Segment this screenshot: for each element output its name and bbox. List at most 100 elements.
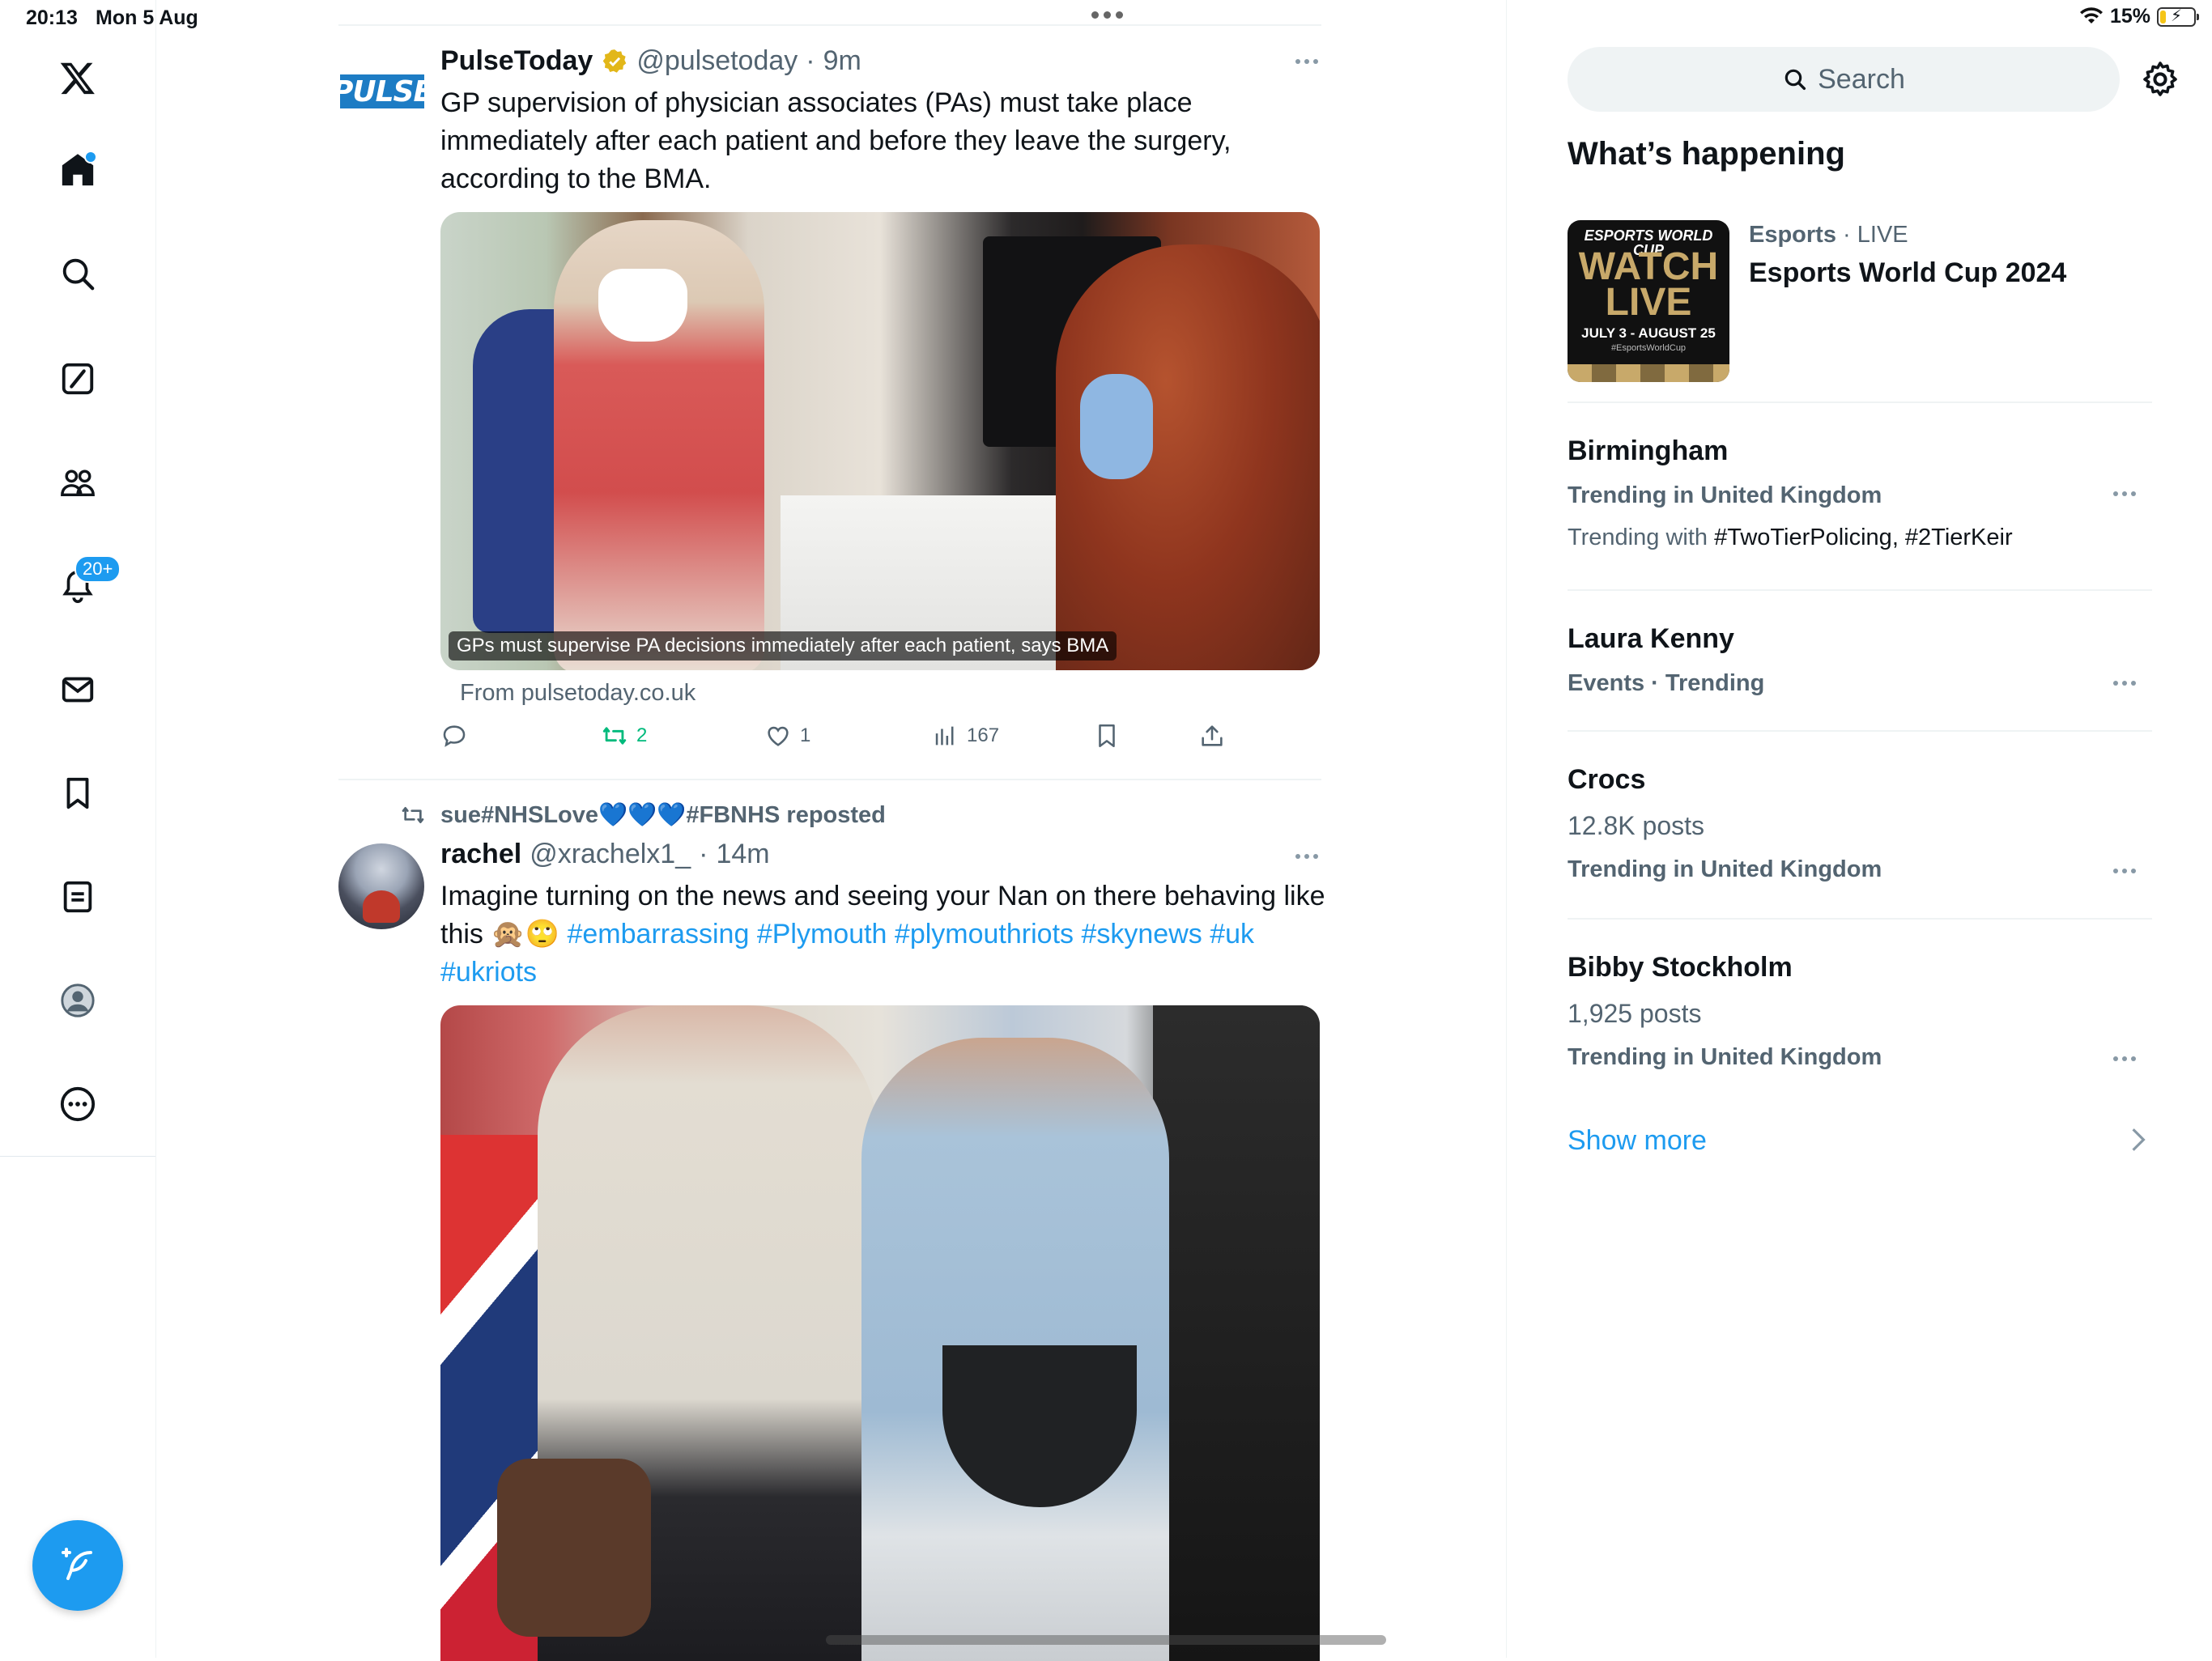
trend-title[interactable]: Crocs (1568, 764, 1645, 796)
retweet-count: 2 (636, 724, 648, 746)
tweet2-handle[interactable]: @xrachelx1_ (530, 839, 691, 870)
trend-more-icon[interactable] (2113, 675, 2146, 691)
status-right: 15% ⚡ (2079, 5, 2199, 28)
tweet2-text: Imagine turning on the news and seeing y… (440, 877, 1331, 992)
share-button[interactable] (1198, 722, 1226, 750)
repost-icon (402, 807, 424, 823)
wifi-icon (2079, 6, 2103, 23)
trend-meta: Events · Trending (1568, 670, 1765, 696)
tweet1-time-sep: · (806, 45, 815, 76)
hashtag-link[interactable]: #embarrassing (567, 919, 749, 949)
tweet2-more-icon[interactable] (1295, 848, 1328, 864)
pulse-avatar[interactable]: PULSE (332, 74, 433, 108)
repost-by-text: sue#NHSLove💙💙💙#FBNHS reposted (440, 802, 886, 828)
tweet-separator (338, 779, 1321, 780)
more-circle-icon[interactable] (57, 1083, 99, 1125)
hashtag-link[interactable]: #plymouthriots (895, 919, 1074, 949)
notifications-icon[interactable]: 20+ (57, 555, 121, 607)
home-indicator[interactable] (826, 1635, 1386, 1645)
hashtag-link[interactable]: #ukriots (440, 957, 537, 988)
sidebar-divider (1506, 0, 1507, 1658)
compose-button[interactable] (32, 1520, 123, 1611)
trend-more-icon[interactable] (2113, 863, 2146, 879)
trend-separator (1568, 589, 2152, 591)
show-more-link[interactable]: Show more (1568, 1125, 1707, 1157)
window-grabber[interactable] (1091, 11, 1132, 23)
lists-icon[interactable] (57, 876, 99, 918)
trend-title[interactable]: Laura Kenny (1568, 623, 1734, 655)
bookmarks-icon[interactable] (57, 772, 99, 814)
search-input[interactable]: Search (1568, 47, 2120, 112)
tweet2-header: rachel @xrachelx1_ · 14m (440, 839, 770, 870)
notifications-badge: 20+ (74, 555, 121, 583)
communities-icon[interactable] (57, 461, 99, 503)
views-count: 167 (967, 724, 1000, 746)
search-icon[interactable] (57, 253, 99, 295)
esports-category: Esports (1749, 222, 1836, 248)
tweet2-author-name[interactable]: rachel (440, 839, 521, 870)
trend-meta: Trending in United Kingdom (1568, 856, 1882, 882)
esports-thumbnail[interactable]: ESPORTS WORLD CUP WATCH LIVE JULY 3 - AUG… (1568, 220, 1729, 382)
hashtag-link[interactable]: #Plymouth (757, 919, 887, 949)
thumb-watch-live: WATCH LIVE (1578, 245, 1719, 324)
tweet2-video-media[interactable] (440, 1005, 1320, 1661)
views-button[interactable]: 167 (931, 722, 999, 750)
tweet1-header: PulseToday @pulsetoday · 9m (440, 45, 861, 77)
trend-meta: Trending in United Kingdom (1568, 1044, 1882, 1070)
nav-divider (0, 1156, 155, 1157)
trend-posts: 12.8K posts (1568, 811, 1704, 840)
tweet1-link-card-image[interactable]: GPs must supervise PA decisions immediat… (440, 212, 1320, 670)
share-icon (1202, 725, 1223, 746)
tweet1-text: GP supervision of physician associates (… (440, 87, 1231, 194)
trend-separator (1568, 730, 2152, 732)
like-count: 1 (800, 724, 811, 746)
trend-posts: 1,925 posts (1568, 999, 1702, 1028)
trend-title[interactable]: Birmingham (1568, 435, 1728, 467)
tweet1-author-name[interactable]: PulseToday (440, 45, 593, 77)
messages-icon[interactable] (57, 669, 99, 711)
verified-gold-badge-icon (603, 49, 627, 73)
profile-avatar-icon[interactable] (57, 979, 99, 1022)
tweet1-action-bar: 2 1 167 (440, 722, 1250, 756)
thumb-hashtag: #EsportsWorldCup (1610, 343, 1687, 353)
left-nav (0, 0, 156, 1658)
tweet2-time-sep: · (699, 839, 708, 869)
link-card-title: GPs must supervise PA decisions immediat… (449, 631, 1117, 661)
feed-top-divider (338, 24, 1321, 26)
rachel-avatar[interactable] (338, 843, 424, 929)
compose-feather-icon (62, 1548, 92, 1580)
tweet1-time[interactable]: 9m (823, 45, 861, 77)
reply-button[interactable] (440, 722, 468, 750)
trend-more-icon[interactable] (2113, 1051, 2146, 1067)
like-button[interactable]: 1 (764, 722, 810, 750)
battery-icon: ⚡ (2157, 6, 2199, 27)
trend-with: Trending with #TwoTierPolicing, #2TierKe… (1568, 525, 2013, 550)
esports-meta: Esports · LIVE (1749, 222, 1908, 248)
bookmark-button[interactable] (1093, 722, 1121, 750)
trend-more-icon[interactable] (2113, 486, 2146, 502)
tweet1-handle[interactable]: @pulsetoday (636, 45, 798, 77)
thumb-dates: JULY 3 - AUGUST 25 (1581, 325, 1716, 341)
esports-title[interactable]: Esports World Cup 2024 (1749, 257, 2066, 289)
tweet1-more-icon[interactable] (1295, 53, 1328, 70)
reply-icon (443, 725, 466, 747)
tweet2-time[interactable]: 14m (716, 839, 769, 870)
chevron-right-icon (2132, 1128, 2146, 1151)
trend-separator (1568, 918, 2152, 920)
bookmark-icon (1099, 724, 1115, 748)
hashtag-link[interactable]: #uk (1210, 919, 1254, 949)
trend-title[interactable]: Bibby Stockholm (1568, 952, 1793, 983)
retweet-icon (602, 727, 627, 745)
grok-icon[interactable] (57, 358, 99, 400)
retweet-button[interactable]: 2 (601, 722, 647, 750)
repost-indicator[interactable]: sue#NHSLove💙💙💙#FBNHS reposted (400, 801, 886, 829)
live-label: LIVE (1857, 222, 1908, 248)
home-icon[interactable] (57, 149, 99, 191)
heart-icon (768, 726, 789, 746)
search-icon (1784, 69, 1806, 91)
link-card-source[interactable]: From pulsetoday.co.uk (460, 680, 696, 707)
settings-gear-icon[interactable] (2141, 60, 2180, 99)
battery-percent: 15% (2109, 5, 2150, 28)
hashtag-link[interactable]: #skynews (1081, 919, 1202, 949)
x-logo-icon[interactable] (57, 57, 99, 99)
